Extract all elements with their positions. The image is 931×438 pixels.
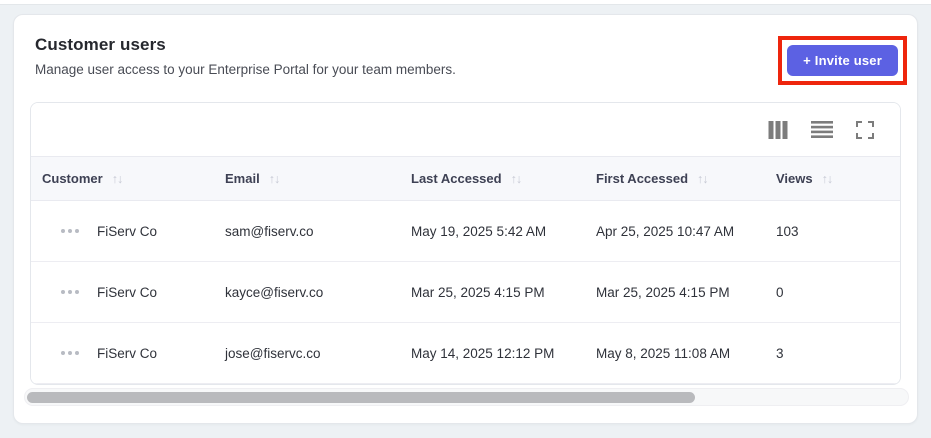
page-title: Customer users [35,35,166,54]
table-row[interactable]: FiServ Co jose@fiservc.co May 14, 2025 1… [31,323,900,384]
columns-icon[interactable] [768,120,788,139]
email-cell: jose@fiservc.co [225,345,321,361]
column-header-label: Customer [42,171,103,186]
table-toolbar [31,103,900,156]
column-header-last-accessed[interactable]: Last Accessed ↑↓ [411,171,596,186]
scrollbar-thumb[interactable] [27,391,696,403]
density-icon[interactable] [811,121,833,138]
row-actions-cell [31,225,97,237]
last-accessed-cell: May 14, 2025 12:12 PM [411,345,555,361]
column-header-label: Views [776,171,813,186]
row-actions-cell [31,347,97,359]
title-block: Customer users Manage user access to you… [35,35,456,77]
column-header-label: Last Accessed [411,171,502,186]
first-accessed-cell: Mar 25, 2025 4:15 PM [596,284,730,300]
email-cell: kayce@fiserv.co [225,284,324,300]
table-header-row: Customer ↑↓ Email ↑↓ Last Accessed ↑↓ Fi… [31,156,900,201]
first-accessed-cell: May 8, 2025 11:08 AM [596,345,731,361]
users-table: Customer ↑↓ Email ↑↓ Last Accessed ↑↓ Fi… [30,102,901,385]
sort-icon[interactable]: ↑↓ [112,172,123,186]
customer-cell: FiServ Co [97,284,158,300]
last-accessed-cell: Mar 25, 2025 4:15 PM [411,284,545,300]
card-header: Customer users Manage user access to you… [14,15,917,85]
top-edge-strip [0,0,931,5]
views-cell: 103 [776,223,799,239]
views-cell: 0 [776,284,784,300]
row-menu-icon[interactable] [59,286,81,298]
fullscreen-icon[interactable] [856,120,874,139]
column-header-label: Email [225,171,260,186]
fullscreen-icon-glyph [856,120,874,139]
row-actions-cell [31,286,97,298]
column-header-email[interactable]: Email ↑↓ [225,171,411,186]
column-header-label: First Accessed [596,171,689,186]
sort-icon[interactable]: ↑↓ [822,172,833,186]
click-target-highlight: + Invite user [778,36,907,85]
email-cell: sam@fiserv.co [225,223,314,239]
last-accessed-cell: May 19, 2025 5:42 AM [411,223,547,239]
customer-cell: FiServ Co [97,223,158,239]
row-menu-icon[interactable] [59,225,81,237]
table-row[interactable]: FiServ Co sam@fiserv.co May 19, 2025 5:4… [31,201,900,262]
sort-icon[interactable]: ↑↓ [269,172,280,186]
horizontal-scrollbar[interactable] [24,388,909,406]
views-cell: 3 [776,345,784,361]
sort-icon[interactable]: ↑↓ [511,172,522,186]
sort-icon[interactable]: ↑↓ [697,172,708,186]
table-row[interactable]: FiServ Co kayce@fiserv.co Mar 25, 2025 4… [31,262,900,323]
first-accessed-cell: Apr 25, 2025 10:47 AM [596,223,735,239]
invite-user-button[interactable]: + Invite user [787,45,898,76]
density-icon-glyph [811,121,833,138]
column-header-customer[interactable]: Customer ↑↓ [31,171,225,186]
customer-cell: FiServ Co [97,345,158,361]
column-header-views[interactable]: Views ↑↓ [776,171,900,186]
page-subtitle: Manage user access to your Enterprise Po… [35,62,456,77]
column-header-first-accessed[interactable]: First Accessed ↑↓ [596,171,776,186]
columns-icon-glyph [768,120,788,139]
customer-users-card: Customer users Manage user access to you… [13,14,918,424]
row-menu-icon[interactable] [59,347,81,359]
